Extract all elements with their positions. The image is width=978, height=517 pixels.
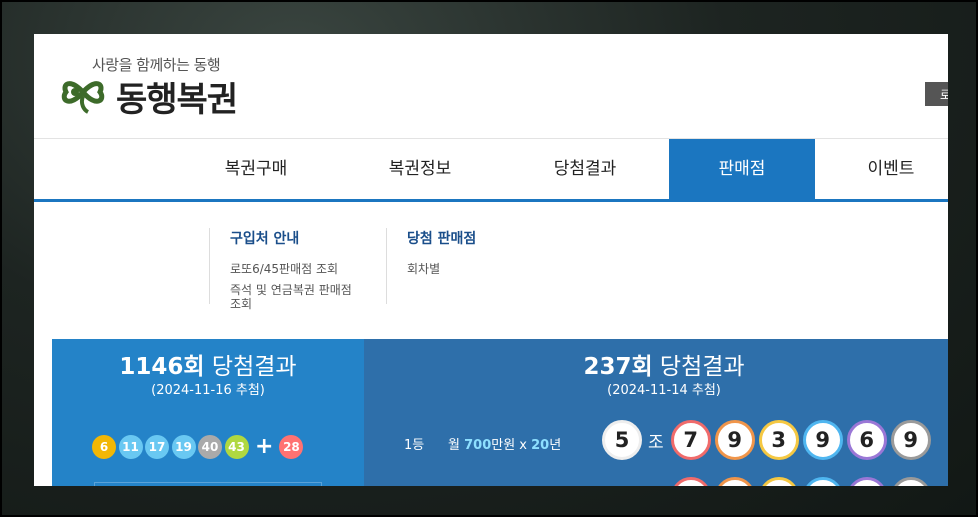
pension-second-row-numbers: [671, 477, 935, 486]
dropdown-column-purchase-locations: 구입처 안내 로또6/45판매점 조회 즉석 및 연금복권 판매점 조회: [209, 228, 385, 311]
pension-title-suffix: 당첨결과: [659, 354, 745, 380]
pension-group-number: 5: [602, 420, 642, 460]
dropdown-column-winning-retailers: 당첨 판매점 회차별: [386, 228, 562, 304]
pension-bonus-digit: [671, 477, 711, 486]
dropdown-heading-winning-retailers[interactable]: 당첨 판매점: [407, 228, 562, 248]
nav-item-events[interactable]: 이벤트: [818, 139, 948, 200]
pension-prize: 월 700만원 x 20년: [448, 434, 561, 453]
lotto-title-suffix: 당첨결과: [211, 354, 297, 380]
pension-round: 237회: [583, 354, 653, 380]
pension-winning-numbers: 5 조 793969: [602, 420, 935, 460]
lotto-ball: 40: [198, 435, 222, 459]
prize-years: 20: [531, 438, 550, 453]
pension-digit: 9: [802, 420, 843, 460]
pension-bonus-digit: [803, 477, 843, 486]
pension-bonus-digit: [847, 477, 887, 486]
bonus-plus-sign: +: [255, 434, 274, 459]
login-button[interactable]: 로: [925, 82, 948, 106]
pension-digit: 7: [670, 420, 711, 460]
lotto-winning-numbers: 6 11 17 19 40 43 +28: [92, 435, 306, 459]
pension-bonus-digit: [715, 477, 755, 486]
site-header: 사랑을 함께하는 동행 동행복권 로: [34, 34, 948, 138]
nav-item-winning-results[interactable]: 당첨결과: [512, 139, 658, 200]
pension-bonus-digit: [891, 477, 931, 486]
lotto-ball: 43: [224, 435, 249, 459]
dropdown-link-by-round[interactable]: 회차별: [407, 262, 562, 276]
lotto-ball: 19: [171, 435, 196, 459]
pension-draw-date: (2024-11-14 추첨): [607, 383, 721, 398]
lotto-detail-box: [94, 482, 322, 486]
pension-digit: 6: [846, 420, 887, 460]
pension-digit: 9: [714, 420, 755, 460]
prize-year-unit: 년: [549, 438, 562, 453]
nav-item-retailers[interactable]: 판매점: [669, 139, 815, 200]
lotto-result-title: 1146회 당첨결과: [52, 347, 364, 381]
pension-group-unit: 조: [648, 432, 664, 453]
prize-prefix: 월: [448, 438, 460, 453]
dropdown-link-instant-pension-retailers[interactable]: 즉석 및 연금복권 판매점 조회: [230, 283, 385, 311]
dropdown-heading-purchase-locations[interactable]: 구입처 안내: [230, 228, 385, 248]
pension-result-panel[interactable]: 237회 당첨결과 (2024-11-14 추첨) 1등 월 700만원 x 2…: [364, 339, 948, 486]
lotto-round: 1146회: [119, 354, 205, 380]
pension-result-title: 237회 당첨결과: [364, 347, 948, 381]
pension-bonus-digit: [759, 477, 799, 486]
lotto-bonus-ball: 28: [279, 435, 304, 459]
browser-viewport: 사랑을 함께하는 동행 동행복권 로 복권구매 복권정보 당첨결과 판매점 이벤…: [34, 34, 948, 486]
dropdown-link-label-cont: 조회: [230, 297, 253, 311]
lotto-ball: 11: [118, 435, 143, 459]
prize-amount: 700: [464, 438, 492, 453]
clover-logo-icon[interactable]: [60, 70, 106, 114]
main-navigation: 복권구매 복권정보 당첨결과 판매점 이벤트: [34, 138, 948, 202]
lotto-draw-date: (2024-11-16 추첨): [151, 383, 265, 398]
pension-rank: 1등: [404, 438, 425, 453]
lotto-result-panel[interactable]: 1146회 당첨결과 (2024-11-16 추첨) 6 11 17 19 40 43 +2…: [52, 339, 364, 486]
retailers-dropdown-menu: 구입처 안내 로또6/45판매점 조회 즉석 및 연금복권 판매점 조회 당첨 …: [34, 202, 948, 339]
prize-unit: 만원 x: [491, 438, 527, 453]
nav-item-lottery-purchase[interactable]: 복권구매: [183, 139, 329, 200]
lotto-ball: 17: [145, 435, 169, 459]
dropdown-link-label: 즉석 및 연금복권 판매점: [230, 283, 352, 297]
screen-frame: 사랑을 함께하는 동행 동행복권 로 복권구매 복권정보 당첨결과 판매점 이벤…: [0, 0, 978, 517]
lotto-ball: 6: [92, 435, 116, 459]
dropdown-link-lotto-retailers[interactable]: 로또6/45판매점 조회: [230, 262, 385, 276]
logo-name[interactable]: 동행복권: [116, 72, 238, 121]
nav-item-lottery-info[interactable]: 복권정보: [347, 139, 493, 200]
pension-digit: 9: [890, 420, 931, 460]
pension-digit: 3: [758, 420, 799, 460]
